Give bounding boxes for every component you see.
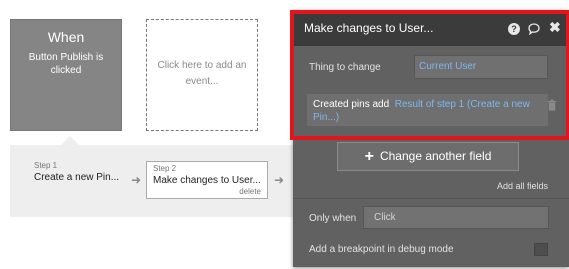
comment-icon[interactable] xyxy=(528,23,540,35)
workflow-step-2[interactable]: Step 2 Make changes to User... delete xyxy=(146,161,268,199)
step-number: Step 1 xyxy=(34,161,58,170)
step-name: Make changes to User... xyxy=(153,175,261,186)
thing-to-change-label: Thing to change xyxy=(309,62,381,73)
close-icon[interactable]: ✖ xyxy=(549,20,561,34)
change-another-field-button[interactable]: + Change another field xyxy=(337,142,519,171)
delete-step-link[interactable]: delete xyxy=(239,187,261,196)
thing-to-change-field[interactable]: Current User xyxy=(414,55,548,79)
workflow-step-1[interactable]: Step 1 Create a new Pin... xyxy=(34,161,126,199)
add-all-fields-link[interactable]: Add all fields xyxy=(497,181,548,191)
only-when-input[interactable]: Click xyxy=(363,206,549,229)
created-pins-row[interactable]: Created pins add Result of step 1 (Creat… xyxy=(307,94,548,126)
arrow-right-icon: ➜ xyxy=(131,173,142,187)
panel-header: Make changes to User... ? ✖ xyxy=(293,10,569,46)
trash-icon[interactable] xyxy=(547,99,557,111)
change-button-label: Change another field xyxy=(379,149,492,163)
arrow-right-icon: ➜ xyxy=(274,173,285,187)
help-icon[interactable]: ? xyxy=(508,23,520,35)
plus-icon: + xyxy=(364,148,374,165)
event-card-button-click[interactable]: When Button Publish is clicked xyxy=(10,19,122,131)
step-name: Create a new Pin... xyxy=(34,172,120,183)
action-properties-panel: Make changes to User... ? ✖ Thing to cha… xyxy=(293,10,569,267)
event-description: Button Publish is clicked xyxy=(28,52,104,76)
event-when-title: When xyxy=(47,29,85,45)
breakpoint-checkbox[interactable] xyxy=(534,243,548,256)
created-pins-label: Created pins add xyxy=(313,99,390,110)
selected-event-pointer xyxy=(61,136,79,145)
step-number: Step 2 xyxy=(153,164,177,173)
section-divider xyxy=(293,198,569,199)
breakpoint-label: Add a breakpoint in debug mode xyxy=(309,244,454,255)
only-when-label: Only when xyxy=(309,213,357,224)
panel-title: Make changes to User... xyxy=(304,21,434,35)
add-event-placeholder[interactable]: Click here to add an event... xyxy=(146,19,258,131)
workflow-editor: When Button Publish is clicked Click her… xyxy=(0,0,569,269)
